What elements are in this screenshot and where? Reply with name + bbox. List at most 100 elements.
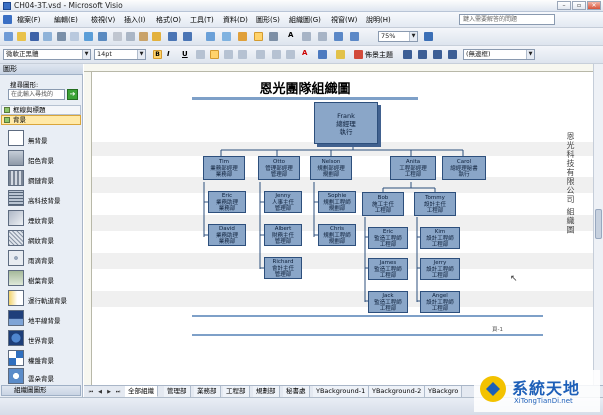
- print-icon[interactable]: [57, 32, 66, 41]
- line-ends-icon[interactable]: [433, 50, 442, 59]
- scroll-thumb[interactable]: [595, 209, 602, 239]
- chevron-down-icon[interactable]: ▼: [409, 32, 417, 41]
- increase-indent-icon[interactable]: [272, 50, 281, 59]
- shapes-window-icon[interactable]: [222, 32, 231, 41]
- connector-tool-icon[interactable]: [269, 32, 278, 41]
- shape-item[interactable]: 鋁色背景: [8, 150, 82, 168]
- save-icon[interactable]: [30, 32, 39, 41]
- new-icon[interactable]: [4, 32, 13, 41]
- org-node[interactable]: Chris 規劃工程師 規劃部: [318, 224, 356, 246]
- org-node[interactable]: Albert 財務主任 管理部: [264, 224, 302, 246]
- menu-edit[interactable]: 編輯(E): [54, 15, 78, 25]
- justify-icon[interactable]: [238, 50, 247, 59]
- pointer-tool-icon[interactable]: [254, 32, 263, 41]
- tab-background-2[interactable]: YBackground-2: [369, 386, 426, 397]
- shape-item[interactable]: 雨滴背景: [8, 250, 82, 268]
- permission-icon[interactable]: [43, 32, 52, 41]
- org-node[interactable]: Richard 會計主任 管理部: [264, 257, 302, 279]
- tab-all-org[interactable]: 全部組織: [125, 386, 158, 397]
- maximize-button[interactable]: ▫: [572, 1, 586, 10]
- theme-icon[interactable]: [354, 50, 363, 59]
- menu-file[interactable]: 檔案(F): [17, 15, 41, 25]
- org-node[interactable]: Anita 工程部經理 工程部: [390, 156, 436, 180]
- menu-org-chart[interactable]: 組織圖(G): [289, 15, 321, 25]
- document-icon[interactable]: [3, 15, 12, 24]
- org-node[interactable]: Tim 業務部經理 業務部: [203, 156, 245, 180]
- menu-tools[interactable]: 工具(T): [190, 15, 214, 25]
- stencil-org-chart-shapes[interactable]: 組織圖圖形: [1, 385, 81, 396]
- line-tool-icon[interactable]: [318, 32, 327, 41]
- shadow-color-icon[interactable]: [448, 50, 457, 59]
- org-node[interactable]: Jerry 設計工程師 工程部: [420, 258, 460, 280]
- org-node[interactable]: Otto 管理部經理 管理部: [258, 156, 300, 180]
- chevron-down-icon[interactable]: ▼: [82, 50, 90, 59]
- zoom-combo[interactable]: 75% ▼: [378, 31, 418, 42]
- theme-label[interactable]: 佈景主題: [365, 50, 393, 60]
- italic-icon[interactable]: I: [167, 50, 170, 58]
- print-preview-icon[interactable]: [70, 32, 79, 41]
- align-right-icon[interactable]: [224, 50, 233, 59]
- first-page-icon[interactable]: ⏮: [87, 388, 95, 396]
- text-tool-icon[interactable]: A: [288, 31, 293, 39]
- undo-icon[interactable]: [168, 32, 177, 41]
- underline-icon[interactable]: U: [182, 50, 188, 58]
- research-icon[interactable]: [98, 32, 107, 41]
- menu-format[interactable]: 格式(O): [156, 15, 181, 25]
- format-painter-icon[interactable]: [152, 32, 161, 41]
- vertical-ruler[interactable]: [84, 72, 92, 385]
- tab-engineering[interactable]: 工程部: [223, 386, 250, 397]
- org-node[interactable]: Kim 設計工程師 工程部: [420, 227, 460, 249]
- rectangle-tool-icon[interactable]: [302, 32, 311, 41]
- shape-item[interactable]: 地平線背景: [8, 310, 82, 328]
- align-top-icon[interactable]: [256, 50, 265, 59]
- org-node[interactable]: Nelson 規劃部經理 規劃部: [310, 156, 352, 180]
- org-node[interactable]: Eric 業務助理 業務部: [208, 191, 246, 213]
- org-node[interactable]: Angel 設計工程師 工程部: [420, 291, 460, 313]
- org-node[interactable]: Jenny 人事主任 管理部: [264, 191, 302, 213]
- shape-item[interactable]: 運行軌道背景: [8, 290, 82, 308]
- font-color-icon[interactable]: A: [302, 49, 307, 57]
- last-page-icon[interactable]: ⏭: [114, 388, 122, 396]
- line-color-icon[interactable]: [318, 50, 327, 59]
- next-page-icon[interactable]: ▶: [105, 388, 113, 396]
- shape-item[interactable]: 世界背景: [8, 330, 82, 348]
- font-combo[interactable]: 微軟正黑體 ▼: [3, 49, 91, 60]
- chevron-down-icon[interactable]: ▼: [526, 50, 534, 59]
- bold-icon[interactable]: B: [153, 50, 162, 59]
- tab-planning[interactable]: 規劃部: [253, 386, 280, 397]
- menu-window[interactable]: 視窗(W): [331, 15, 357, 25]
- rotate-icon[interactable]: [334, 32, 343, 41]
- prev-page-icon[interactable]: ◀: [96, 388, 104, 396]
- org-node[interactable]: David 業務助理 業務部: [208, 224, 246, 246]
- tab-secretary[interactable]: 秘書處: [283, 386, 310, 397]
- org-node[interactable]: Carol 總經理秘書 執行: [442, 156, 486, 180]
- visio-app-icon[interactable]: [3, 2, 11, 10]
- horizontal-ruler[interactable]: [84, 64, 593, 72]
- drawing-canvas[interactable]: 恩光團隊組織圖 Frank 總經理 執行 Tim 業務部經理 業務部 Otto …: [92, 72, 593, 385]
- tab-management[interactable]: 管理部: [164, 386, 191, 397]
- menu-help[interactable]: 說明(H): [366, 15, 391, 25]
- search-input[interactable]: 在此輸入尋找的: [8, 89, 65, 100]
- tab-background-3[interactable]: YBackgro: [425, 386, 463, 397]
- stencil-backgrounds[interactable]: 背景: [1, 115, 81, 125]
- line-weight-icon[interactable]: [403, 50, 412, 59]
- connector-icon[interactable]: [238, 32, 247, 41]
- shape-item[interactable]: 權盤背景: [8, 350, 82, 368]
- align-center-icon[interactable]: [210, 50, 219, 59]
- org-node[interactable]: James 監造工程師 工程部: [368, 258, 408, 280]
- shape-item[interactable]: 雲朵背景: [8, 368, 82, 386]
- help-icon[interactable]: [424, 32, 433, 41]
- cut-icon[interactable]: [113, 32, 122, 41]
- tab-sales[interactable]: 業務部: [194, 386, 221, 397]
- shape-item[interactable]: 煙紋背景: [8, 210, 82, 228]
- shape-item[interactable]: 高科技背景: [8, 190, 82, 208]
- menu-insert[interactable]: 插入(I): [124, 15, 146, 25]
- minimize-button[interactable]: –: [557, 1, 571, 10]
- vertical-scrollbar[interactable]: [593, 64, 603, 385]
- org-node[interactable]: Sophie 規劃工程師 規劃部: [318, 191, 356, 213]
- style-combo[interactable]: (無邊框) ▼: [463, 49, 535, 60]
- line-pattern-icon[interactable]: [418, 50, 427, 59]
- menu-data[interactable]: 資料(D): [223, 15, 248, 25]
- help-search-input[interactable]: 鍵入需要解答的問題: [459, 14, 555, 25]
- tab-background-1[interactable]: YBackground-1: [313, 386, 370, 397]
